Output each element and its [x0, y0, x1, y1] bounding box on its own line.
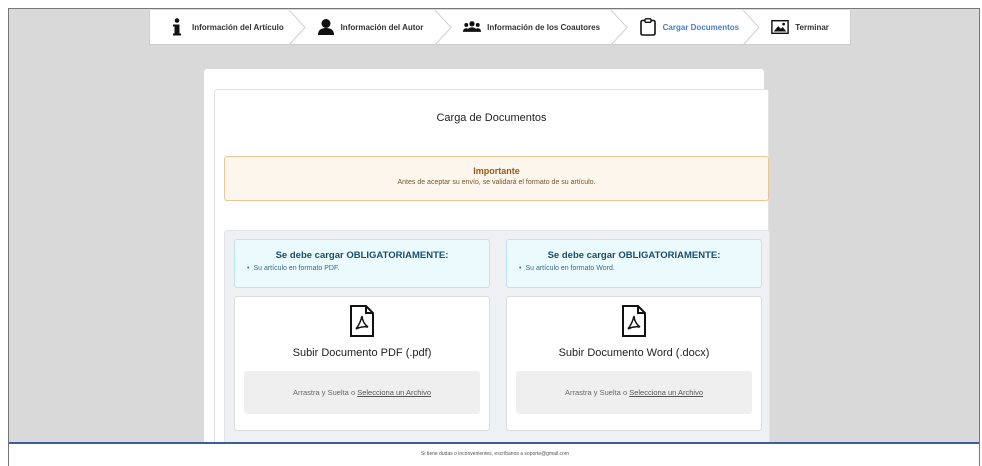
select-file-link[interactable]: Selecciona un Archivo: [357, 388, 431, 397]
alert-text: Antes de aceptar su envío, se validará e…: [397, 179, 596, 186]
step-separator: [742, 10, 760, 45]
step-label: Cargar Documentos: [662, 22, 740, 32]
users-icon: [463, 18, 482, 36]
word-upload-column: Se debe cargar OBLIGATORIAMENTE: Su artí…: [506, 239, 762, 431]
requirement-title: Se debe cargar OBLIGATORIAMENTE:: [547, 250, 721, 261]
upload-panel: Carga de Documentos Importante Antes de …: [214, 89, 770, 459]
select-file-link[interactable]: Selecciona un Archivo: [629, 388, 703, 397]
wizard-stepper: Información del Artículo Información del…: [149, 10, 851, 45]
drop-text: Arrastra y Suelta o: [565, 388, 630, 397]
alert-title: Importante: [473, 166, 520, 176]
pdf-file-icon: [350, 305, 374, 337]
step-label: Terminar: [795, 22, 829, 32]
main-card: Carga de Documentos Importante Antes de …: [204, 69, 770, 459]
pdf-file-icon: [622, 305, 646, 337]
user-icon: [317, 18, 335, 36]
word-dropzone[interactable]: Arrastra y Suelta o Selecciona un Archiv…: [516, 371, 752, 414]
requirement-item: Su artículo en formato Word.: [519, 265, 614, 272]
requirement-item: Su artículo en formato PDF.: [247, 265, 339, 272]
pdf-dropzone[interactable]: Arrastra y Suelta o Selecciona un Archiv…: [244, 371, 480, 414]
step-label: Información de los Coautores: [487, 22, 601, 32]
step-coauthors-info[interactable]: Información de los Coautores: [443, 10, 628, 45]
image-icon: [771, 18, 790, 36]
browser-viewport: Información del Artículo Información del…: [8, 8, 980, 466]
requirement-title: Se debe cargar OBLIGATORIAMENTE:: [275, 250, 449, 261]
step-article-info[interactable]: Información del Artículo: [150, 10, 306, 45]
pdf-upload-column: Se debe cargar OBLIGATORIAMENTE: Su artí…: [234, 239, 490, 431]
page-title: Carga de Documentos: [436, 112, 547, 124]
word-upload-box: Subir Documento Word (.docx) Arrastra y …: [506, 296, 762, 431]
important-alert: Importante Antes de aceptar su envío, se…: [224, 156, 769, 201]
word-requirement-box: Se debe cargar OBLIGATORIAMENTE: Su artí…: [506, 239, 762, 288]
info-icon: [168, 18, 186, 36]
step-label: Información del Autor: [340, 22, 424, 32]
step-separator: [610, 10, 628, 45]
clipboard-icon: [639, 18, 657, 36]
page-footer: Si tiene dudas o inconvenientes, escríba…: [9, 442, 979, 466]
step-finish[interactable]: Terminar: [751, 10, 850, 44]
footer-text: Si tiene dudas o inconvenientes, escríba…: [421, 451, 569, 457]
upload-title: Subir Documento Word (.docx): [558, 347, 710, 359]
step-separator: [288, 10, 306, 45]
drop-text: Arrastra y Suelta o: [293, 388, 358, 397]
step-upload-documents[interactable]: Cargar Documentos: [619, 10, 760, 45]
upload-section: Se debe cargar OBLIGATORIAMENTE: Su artí…: [224, 230, 770, 445]
step-label: Información del Artículo: [192, 22, 284, 32]
upload-title: Subir Documento PDF (.pdf): [292, 347, 432, 359]
step-author-info[interactable]: Información del Autor: [297, 10, 452, 45]
pdf-upload-box: Subir Documento PDF (.pdf) Arrastra y Su…: [234, 296, 490, 431]
step-separator: [434, 10, 452, 45]
pdf-requirement-box: Se debe cargar OBLIGATORIAMENTE: Su artí…: [234, 239, 490, 288]
